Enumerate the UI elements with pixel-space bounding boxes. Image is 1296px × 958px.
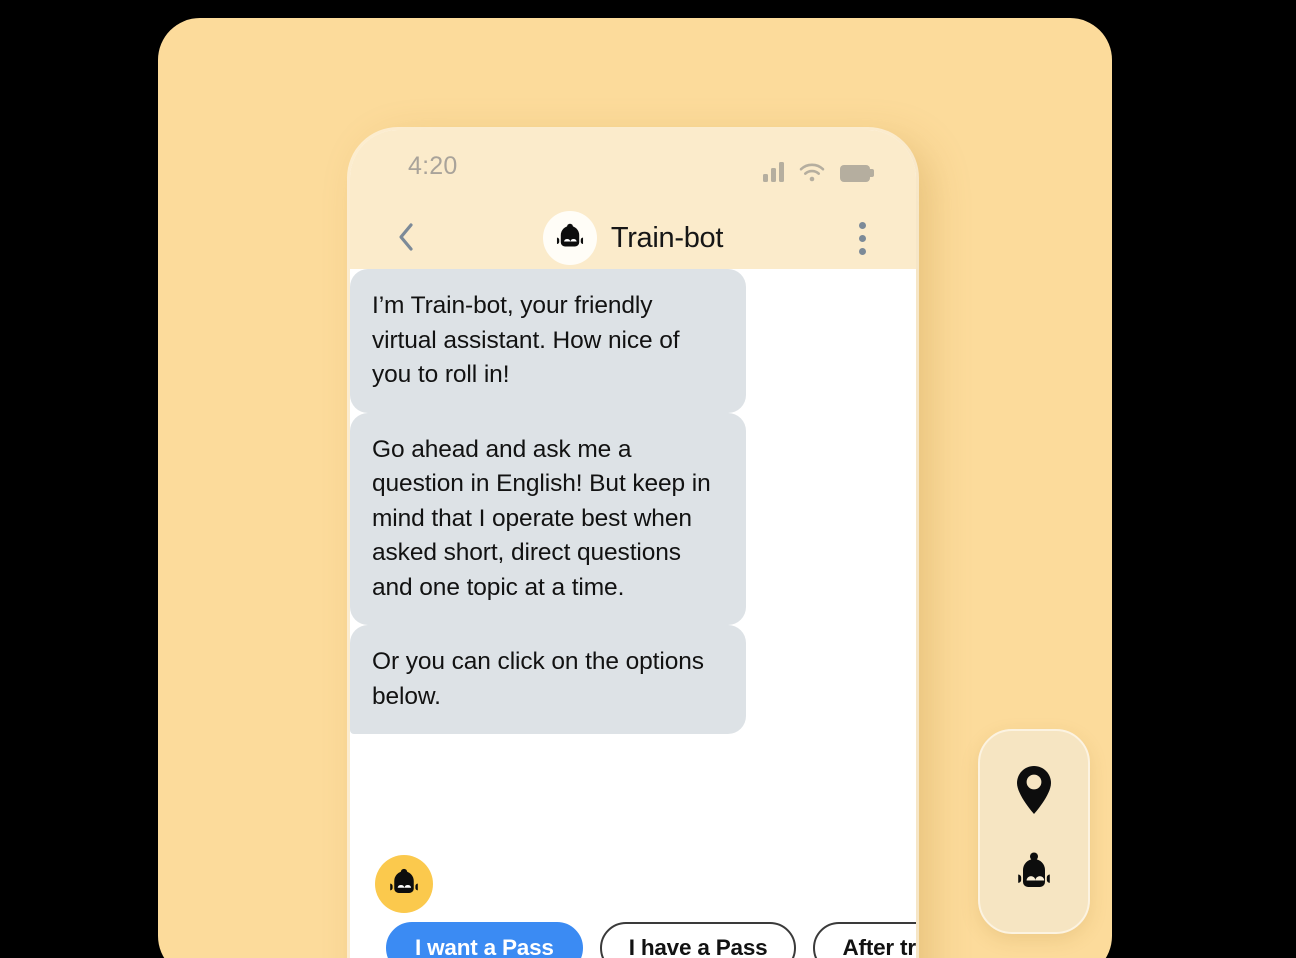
page-title: Train-bot (610, 221, 724, 254)
quick-reply-group: I want a Pass I have a Pass After travel… (386, 922, 916, 958)
quick-reply-i-have-a-pass[interactable]: I have a Pass (599, 922, 797, 958)
signal-icon (763, 162, 784, 182)
overflow-menu-button[interactable] (842, 216, 882, 260)
nav-bot-avatar (542, 211, 597, 265)
floating-action-panel (978, 729, 1090, 934)
chat-bubble-bot: I’m Train-bot, your friendly virtual ass… (350, 269, 746, 413)
status-bar: 4:20 (350, 152, 916, 192)
kebab-dot (858, 221, 866, 229)
robot-icon (556, 223, 583, 247)
map-pin-button[interactable] (1003, 759, 1065, 821)
page-root: 4:20 Train-bot I’m Train-bot, your frien… (0, 0, 1296, 958)
quick-reply-i-want-a-pass[interactable]: I want a Pass (386, 922, 583, 958)
status-bar-clock: 4:20 (408, 152, 458, 180)
robot-icon (390, 868, 418, 893)
chat-thread[interactable]: I’m Train-bot, your friendly virtual ass… (350, 269, 916, 958)
robot-icon (1018, 852, 1050, 887)
phone-nav-bar: Train-bot (350, 208, 916, 268)
map-pin-icon (1017, 766, 1051, 815)
kebab-dot (858, 234, 866, 242)
phone-mockup: 4:20 Train-bot I’m Train-bot, your frien… (350, 130, 916, 958)
chat-bubble-bot: Go ahead and ask me a question in Englis… (350, 412, 746, 625)
kebab-dot (858, 247, 866, 255)
quick-reply-after-travels[interactable]: After travels (813, 922, 916, 958)
nav-title-group: Train-bot (350, 208, 916, 268)
chatbot-button[interactable] (1003, 842, 1065, 904)
battery-icon (840, 165, 874, 182)
wifi-icon (799, 162, 825, 182)
bot-avatar (375, 855, 433, 913)
status-bar-icons (763, 156, 874, 182)
chat-bubble-bot: Or you can click on the options below. (350, 625, 746, 734)
